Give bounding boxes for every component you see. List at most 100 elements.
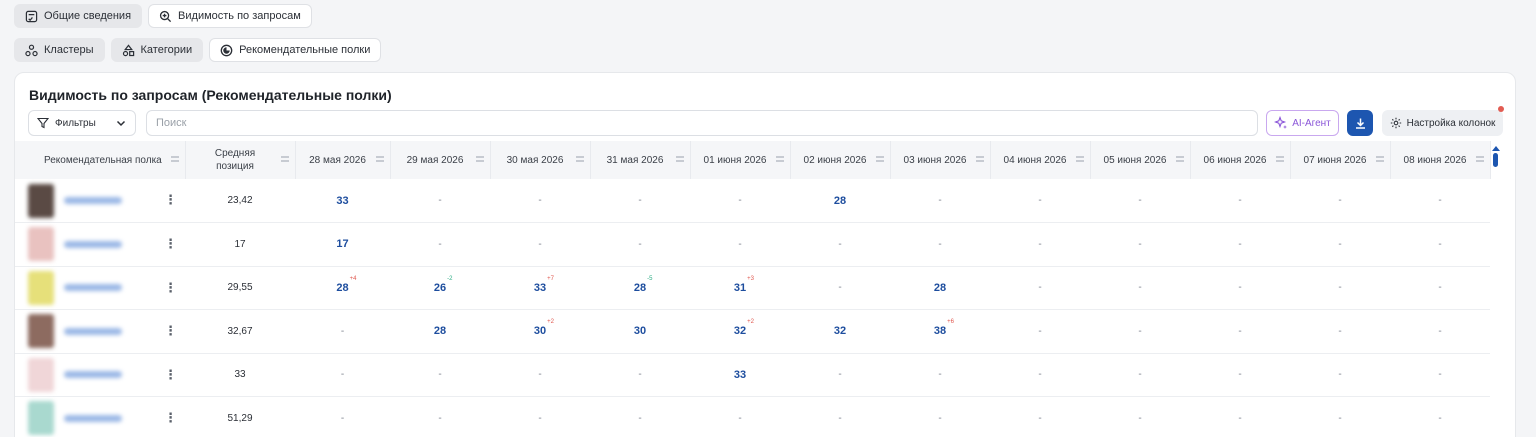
shelf-link[interactable] bbox=[64, 327, 122, 335]
empty-cell: - bbox=[390, 396, 490, 437]
shelf-cell: ⋮ bbox=[15, 222, 185, 267]
column-settings-button[interactable]: Настройка колонок bbox=[1382, 110, 1503, 136]
position-value: 28 bbox=[833, 194, 847, 207]
shelf-link[interactable] bbox=[64, 197, 122, 204]
sort-icon[interactable] bbox=[170, 156, 179, 162]
scrollbar-thumb[interactable] bbox=[1493, 153, 1498, 167]
column-header-date[interactable]: 30 мая 2026 bbox=[490, 141, 591, 179]
row-menu-icon[interactable]: ⋮ bbox=[164, 324, 177, 337]
column-header[interactable]: Рекомендательная полка bbox=[15, 141, 186, 179]
shelf-link[interactable] bbox=[64, 414, 122, 422]
shelf-link[interactable] bbox=[64, 240, 122, 248]
column-header-date[interactable]: 07 июня 2026 bbox=[1290, 141, 1391, 179]
product-thumbnail[interactable] bbox=[28, 357, 54, 392]
row-menu-icon[interactable]: ⋮ bbox=[164, 411, 177, 424]
empty-cell: - bbox=[990, 266, 1090, 310]
column-header-date[interactable]: 06 июня 2026 bbox=[1190, 141, 1291, 179]
column-header-date[interactable]: 08 июня 2026 bbox=[1390, 141, 1491, 179]
product-thumbnail[interactable] bbox=[28, 401, 54, 436]
sparkle-icon bbox=[1274, 116, 1288, 129]
position-cell: 28 bbox=[890, 266, 990, 310]
sort-icon[interactable] bbox=[975, 156, 984, 162]
shelf-link[interactable] bbox=[64, 371, 122, 379]
filters-button[interactable]: Фильтры bbox=[28, 110, 136, 136]
sort-icon[interactable] bbox=[775, 156, 784, 162]
tab-overview-label: Общие сведения bbox=[44, 10, 132, 22]
empty-cell: - bbox=[590, 353, 690, 397]
tab-query-visibility[interactable]: Видимость по запросам bbox=[148, 4, 312, 28]
tab-recommendation-shelves[interactable]: Рекомендательные полки bbox=[209, 38, 382, 62]
tab-categories-label: Категории bbox=[140, 44, 193, 56]
position-value: 28 -5 bbox=[633, 275, 653, 294]
column-header-date[interactable]: 02 июня 2026 bbox=[790, 141, 891, 179]
column-header-date[interactable]: 01 июня 2026 bbox=[690, 141, 791, 179]
empty-cell: - bbox=[1390, 353, 1490, 397]
column-settings-label: Настройка колонок bbox=[1406, 117, 1496, 129]
position-delta: -2 bbox=[447, 275, 453, 282]
sort-icon[interactable] bbox=[280, 156, 289, 162]
sort-icon[interactable] bbox=[575, 156, 584, 162]
shelf-link[interactable] bbox=[64, 284, 122, 292]
empty-cell: - bbox=[1090, 396, 1190, 437]
row-menu-icon[interactable]: ⋮ bbox=[164, 368, 177, 381]
sort-icon[interactable] bbox=[1275, 156, 1284, 162]
table-row: ⋮ 29,55 28 +4 26 -2 33 +7 28 -5 31 +3-28- - - - - bbox=[15, 266, 1490, 310]
position-value: 33 +7 bbox=[533, 275, 554, 294]
table-row: ⋮ 33- - - -33- - - - - - - bbox=[15, 353, 1490, 397]
column-header-date[interactable]: 29 мая 2026 bbox=[390, 141, 491, 179]
row-menu-icon[interactable]: ⋮ bbox=[164, 237, 177, 250]
column-header-date[interactable]: 03 июня 2026 bbox=[890, 141, 991, 179]
empty-cell: - bbox=[390, 179, 490, 223]
position-cell: 33 bbox=[690, 353, 790, 397]
tab-categories[interactable]: Категории bbox=[110, 38, 204, 62]
tabs-row-1: Общие сведения Видимость по запросам bbox=[14, 4, 312, 28]
empty-cell: - bbox=[890, 222, 990, 267]
tab-clusters[interactable]: Кластеры bbox=[14, 38, 105, 62]
sort-icon[interactable] bbox=[1375, 156, 1384, 162]
product-thumbnail[interactable] bbox=[28, 314, 54, 349]
row-menu-icon[interactable]: ⋮ bbox=[164, 281, 177, 294]
sort-icon[interactable] bbox=[1175, 156, 1184, 162]
empty-cell: - bbox=[1390, 396, 1490, 437]
column-header-date[interactable]: 28 мая 2026 bbox=[295, 141, 391, 179]
sort-icon[interactable] bbox=[475, 156, 484, 162]
scroll-up-arrow-icon[interactable] bbox=[1491, 145, 1501, 152]
sort-icon[interactable] bbox=[675, 156, 684, 162]
empty-cell: - bbox=[1190, 353, 1290, 397]
table-header: Рекомендательная полка Средняя позиция 28… bbox=[15, 141, 1491, 179]
ai-agent-label: AI-Агент bbox=[1292, 117, 1331, 129]
table-row: ⋮ 23,42 33- - - -28- - - - - - bbox=[15, 179, 1490, 223]
position-cell: 33 bbox=[295, 179, 390, 223]
tab-overview[interactable]: Общие сведения bbox=[14, 4, 143, 28]
column-header[interactable]: Средняя позиция bbox=[185, 141, 296, 179]
column-header-date[interactable]: 05 июня 2026 bbox=[1090, 141, 1191, 179]
empty-cell: - bbox=[890, 396, 990, 437]
product-thumbnail[interactable] bbox=[28, 183, 54, 218]
search-input[interactable]: Поиск bbox=[146, 110, 1258, 136]
empty-cell: - bbox=[1090, 353, 1190, 397]
sort-icon[interactable] bbox=[1475, 156, 1484, 162]
product-thumbnail[interactable] bbox=[28, 270, 54, 305]
empty-cell: - bbox=[1390, 266, 1490, 310]
empty-cell: - bbox=[990, 222, 1090, 267]
position-value: 26 -2 bbox=[433, 275, 453, 294]
shelf-cell: ⋮ bbox=[15, 396, 185, 437]
column-header-date[interactable]: 31 мая 2026 bbox=[590, 141, 691, 179]
clusters-icon bbox=[25, 44, 38, 56]
sort-icon[interactable] bbox=[375, 156, 384, 162]
empty-cell: - bbox=[1090, 266, 1190, 310]
product-thumbnail[interactable] bbox=[28, 227, 54, 262]
sort-icon[interactable] bbox=[875, 156, 884, 162]
sort-icon[interactable] bbox=[1075, 156, 1084, 162]
column-header-date[interactable]: 04 июня 2026 bbox=[990, 141, 1091, 179]
empty-cell: - bbox=[1090, 309, 1190, 354]
empty-cell: - bbox=[990, 396, 1090, 437]
empty-cell: - bbox=[390, 222, 490, 267]
position-value: 31 +3 bbox=[733, 275, 754, 294]
table-body: ⋮ 23,42 33- - - -28- - - - - - ⋮ 17 17- - - - - - - - - - - ⋮ 29,… bbox=[15, 179, 1490, 437]
ai-agent-button[interactable]: AI-Агент bbox=[1266, 110, 1339, 136]
tab-query-visibility-label: Видимость по запросам bbox=[178, 10, 301, 22]
shelf-cell: ⋮ bbox=[15, 266, 185, 310]
download-button[interactable] bbox=[1347, 110, 1373, 136]
row-menu-icon[interactable]: ⋮ bbox=[164, 193, 177, 206]
